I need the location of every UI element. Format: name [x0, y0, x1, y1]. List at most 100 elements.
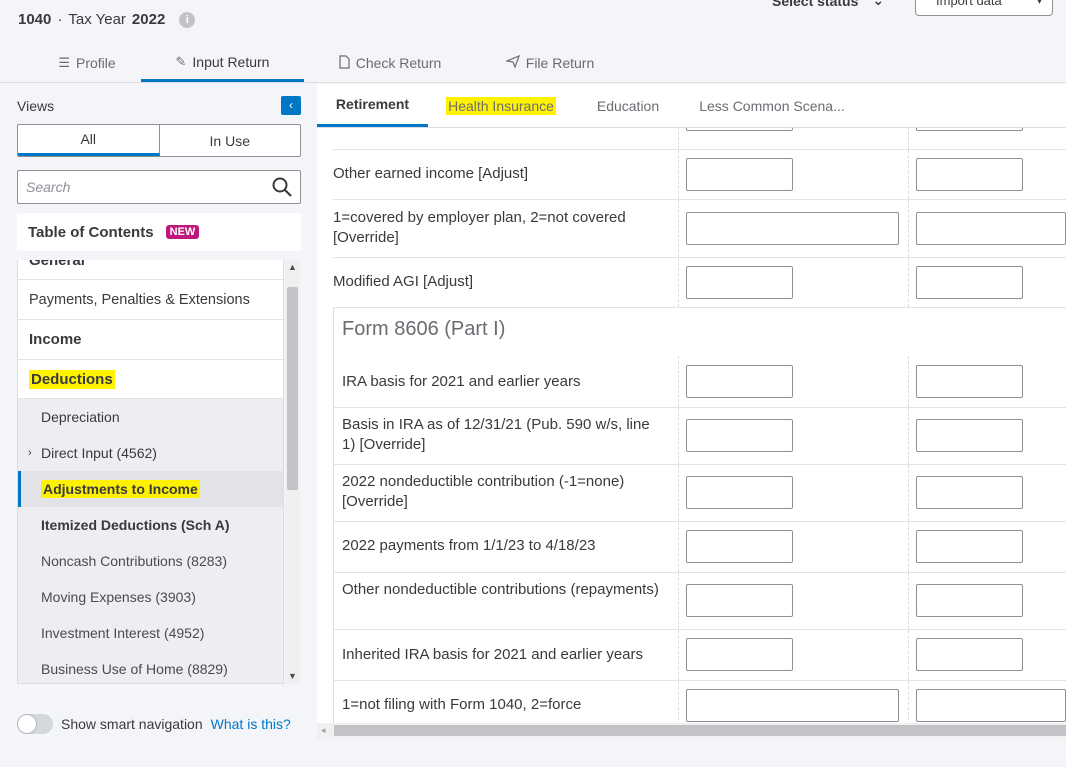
send-icon [504, 54, 520, 71]
horizontal-scrollbar[interactable]: ◂ [317, 723, 1066, 739]
smart-navigation-toggle[interactable] [17, 714, 53, 734]
toc-list: General Payments, Penalties & Extensions… [17, 260, 284, 684]
toc-item-label: Income [29, 331, 82, 348]
form-input[interactable] [686, 476, 793, 509]
tab-check-return-label: Check Return [355, 55, 442, 71]
toc-item-label: General [29, 260, 85, 269]
toc-item-deductions[interactable]: Deductions [18, 360, 283, 399]
tax-year-label: Tax Year [68, 11, 126, 28]
search-box [17, 170, 301, 204]
scrollbar-thumb[interactable] [334, 725, 1066, 736]
scroll-up-icon[interactable]: ▲ [288, 262, 297, 272]
toc-item-itemized-deductions[interactable]: Itemized Deductions (Sch A) [18, 507, 283, 543]
form-input[interactable] [686, 128, 793, 131]
select-status-label: Select status [772, 0, 859, 9]
form-input[interactable] [686, 689, 899, 722]
form-input[interactable] [916, 128, 1023, 131]
toc-item-label: Business Use of Home (8829) [41, 661, 228, 677]
scroll-down-icon[interactable]: ▼ [288, 671, 297, 681]
form-row: Other earned income [Adjust] [333, 150, 1066, 200]
collapse-sidebar-button[interactable]: ‹ [281, 96, 301, 115]
form-area: Other earned income [Adjust] 1=covered b… [317, 128, 1066, 723]
tab-health-insurance-label: Health Insurance [446, 96, 556, 115]
info-icon[interactable]: i [179, 11, 196, 28]
toc-item-label: Payments, Penalties & Extensions [29, 291, 250, 308]
scroll-left-icon[interactable]: ◂ [321, 725, 326, 736]
view-in-use-button[interactable]: In Use [160, 125, 301, 156]
what-is-this-link[interactable]: What is this? [211, 716, 291, 732]
toc-item-income[interactable]: Income [18, 320, 283, 360]
toc-item-label: Itemized Deductions (Sch A) [41, 517, 230, 533]
form-input[interactable] [916, 476, 1023, 509]
tax-year: 2022 [131, 11, 166, 28]
form-input[interactable] [916, 212, 1066, 245]
toc-scrollbar[interactable]: ▲ ▼ [285, 260, 300, 684]
form-input[interactable] [686, 365, 793, 398]
toc-item-business-use-of-home[interactable]: Business Use of Home (8829) [18, 651, 283, 683]
return-header: 1040 · Tax Year 2022 i Select status ⌄ I… [0, 0, 1066, 83]
form-row: Basis in IRA as of 12/31/21 (Pub. 590 w/… [333, 408, 1066, 465]
toc-item-label: Investment Interest (4952) [41, 625, 205, 641]
form-input[interactable] [686, 584, 793, 617]
list-icon: ☰ [58, 55, 70, 70]
form-row: 1=covered by employer plan, 2=not covere… [333, 200, 1066, 258]
scrollbar-thumb[interactable] [287, 287, 298, 490]
form-row: Inherited IRA basis for 2021 and earlier… [333, 630, 1066, 681]
tab-health-insurance[interactable]: Health Insurance [442, 84, 560, 127]
form-row-label: 2022 payments from 1/1/23 to 4/18/23 [342, 537, 596, 554]
form-row: 2022 nondeductible contribution (-1=none… [333, 465, 1066, 522]
import-data-button[interactable]: Import data ▾ [915, 0, 1053, 16]
form-input[interactable] [916, 419, 1023, 452]
return-title: 1040 · Tax Year 2022 i [18, 11, 196, 28]
toc-item-general[interactable]: General [18, 260, 283, 280]
tab-input-return-label: Input Return [192, 53, 270, 70]
toc-item-moving-expenses[interactable]: Moving Expenses (3903) [18, 579, 283, 615]
select-status-dropdown[interactable]: Select status ⌄ [772, 0, 884, 9]
toc-item-label: Direct Input (4562) [41, 445, 157, 461]
tab-profile-label: Profile [75, 55, 116, 71]
tab-input-return[interactable]: ✎ Input Return [141, 44, 304, 82]
form-row-label: 1=not filing with Form 1040, 2=force [342, 696, 582, 713]
smart-navigation: Show smart navigation What is this? [17, 714, 291, 734]
search-icon[interactable] [271, 176, 293, 198]
toc-item-noncash-contributions[interactable]: Noncash Contributions (8283) [18, 543, 283, 579]
chevron-right-icon: › [28, 447, 32, 459]
form-input[interactable] [686, 212, 899, 245]
tab-file-return[interactable]: File Return [490, 44, 610, 82]
form-row: IRA basis for 2021 and earlier years [333, 356, 1066, 408]
form-input[interactable] [916, 638, 1023, 671]
form-input[interactable] [686, 638, 793, 671]
tab-file-return-label: File Return [525, 55, 595, 71]
toc-header: Table of Contents NEW [17, 213, 301, 251]
chevron-left-icon: ‹ [289, 98, 293, 112]
tab-education[interactable]: Education [583, 84, 673, 127]
form-input[interactable] [916, 365, 1023, 398]
sub-tabs: Retirement Health Insurance Education Le… [317, 84, 1066, 128]
form-input[interactable] [916, 584, 1023, 617]
toc-item-investment-interest[interactable]: Investment Interest (4952) [18, 615, 283, 651]
toc-item-payments[interactable]: Payments, Penalties & Extensions [18, 280, 283, 320]
form-row-label: Other earned income [Adjust] [333, 165, 529, 182]
form-row [333, 128, 1066, 150]
tab-less-common-scenarios[interactable]: Less Common Scena... [692, 84, 852, 127]
views-label: Views [17, 98, 55, 114]
form-input[interactable] [916, 266, 1023, 299]
form-input[interactable] [916, 689, 1066, 722]
toc-item-adjustments-to-income[interactable]: Adjustments to Income [18, 471, 283, 507]
form-input[interactable] [916, 158, 1023, 191]
form-input[interactable] [686, 158, 793, 191]
form-input[interactable] [686, 419, 793, 452]
form-input[interactable] [916, 530, 1023, 563]
toc-item-direct-input[interactable]: › Direct Input (4562) [18, 435, 283, 471]
search-input[interactable] [18, 171, 258, 203]
form-input[interactable] [686, 530, 793, 563]
chevron-down-icon: ⌄ [872, 0, 885, 8]
form-input[interactable] [686, 266, 793, 299]
form-row: 1=not filing with Form 1040, 2=force [333, 681, 1066, 723]
toc-item-label: Noncash Contributions (8283) [41, 553, 227, 569]
toc-item-depreciation[interactable]: Depreciation [18, 399, 283, 435]
tab-profile[interactable]: ☰ Profile [34, 44, 140, 82]
view-all-button[interactable]: All [18, 125, 160, 156]
tab-check-return[interactable]: Check Return [320, 44, 460, 82]
tab-retirement[interactable]: Retirement [317, 84, 428, 127]
